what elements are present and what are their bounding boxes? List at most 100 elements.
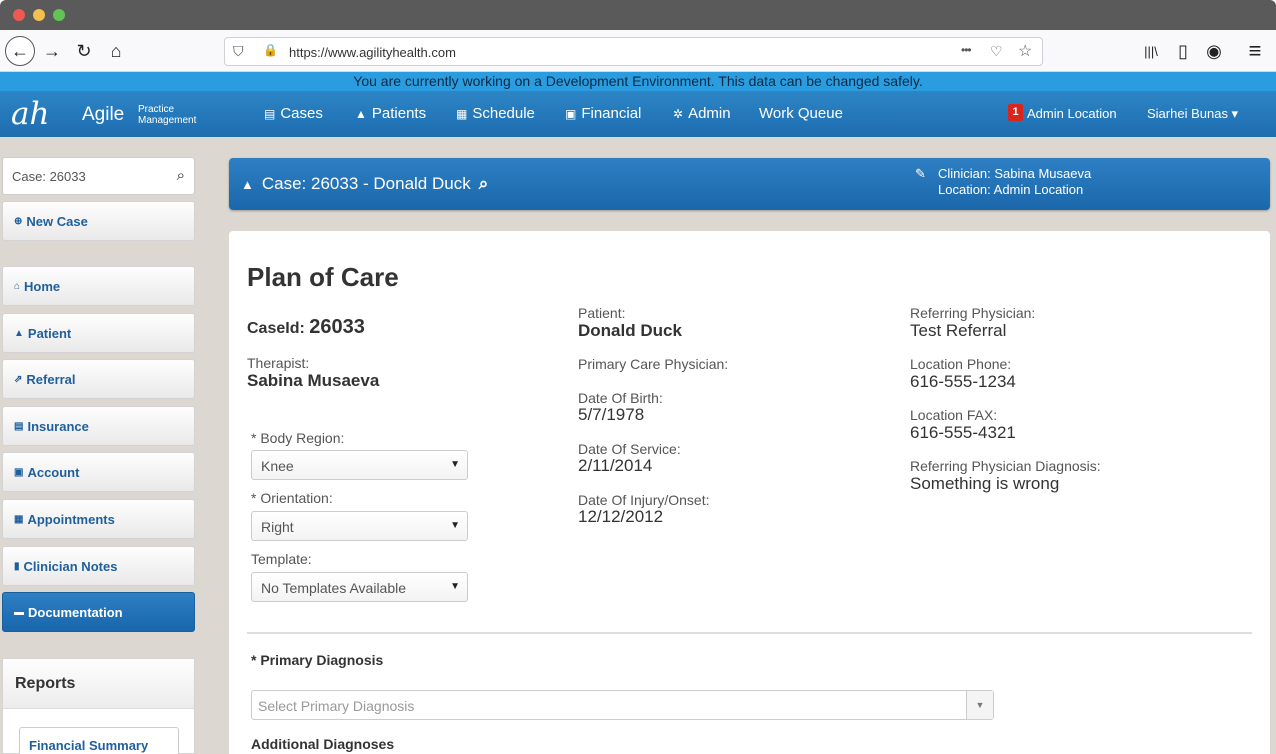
patient-label: Patient: (578, 305, 626, 321)
close-window-button[interactable] (13, 9, 25, 21)
page-title: Plan of Care (247, 262, 399, 292)
library-icon[interactable]: |||\ (1136, 36, 1166, 66)
browser-toolbar: ← → ↻ ⌂ ⛉ 🔒 https://www.agilityhealth.co… (0, 30, 1276, 72)
book-icon: ▮ (14, 560, 20, 572)
report-financial-summary[interactable]: Financial Summary (19, 727, 179, 754)
nav-patients-label: Patients (371, 105, 427, 122)
sidebar-item-label: Account (27, 464, 80, 480)
app-logo[interactable]: ah (11, 96, 49, 132)
nav-admin-label: Admin (688, 105, 731, 122)
template-select[interactable]: No Templates Available ▼ (251, 572, 468, 602)
case-clinician: Clinician: Sabina Musaeva (938, 166, 1092, 181)
sidebar-item-label: Insurance (27, 418, 89, 434)
case-search-value[interactable]: Case: 26033 (12, 169, 86, 184)
case-title-text: Case: 26033 - Donald Duck (261, 174, 471, 193)
dos-value: 2/11/2014 (578, 456, 653, 475)
sidebar-item-clinician-notes[interactable]: ▮ Clinician Notes (2, 546, 195, 586)
case-location: Location: Admin Location (938, 182, 1084, 197)
forward-icon[interactable]: → (37, 36, 67, 66)
more-icon[interactable]: ••• (961, 43, 972, 57)
search-icon[interactable]: ⌕ (479, 174, 489, 194)
notification-badge[interactable]: 1 (1008, 104, 1023, 121)
app-subtitle: Practice Management (138, 104, 196, 126)
sidebar-item-label: Referral (26, 371, 76, 387)
sidebar-toggle-icon[interactable]: ▯ (1168, 36, 1198, 66)
folder-open-icon: ▬ (14, 606, 24, 618)
case-header-bar: ▲ Case: 26033 - Donald Duck ⌕ ✎ Clinicia… (229, 158, 1270, 210)
referring-diagnosis-label: Referring Physician Diagnosis: (910, 458, 1101, 474)
shield-icon[interactable]: ⛉ (233, 43, 244, 60)
lock-icon[interactable]: 🔒 (263, 43, 278, 57)
reports-title[interactable]: Reports (3, 659, 194, 709)
nav-schedule[interactable]: ▦ Schedule (456, 105, 535, 122)
bookmark-star-icon[interactable]: ☆ (1018, 41, 1032, 61)
orientation-label: * Orientation: (251, 490, 333, 506)
user-menu[interactable]: Siarhei Bunas ▾ (1147, 106, 1238, 122)
minimize-window-button[interactable] (33, 9, 45, 21)
case-id-value: 26033 (309, 316, 365, 338)
address-bar[interactable]: ⛉ 🔒 https://www.agilityhealth.com ••• ♡ … (224, 37, 1043, 66)
therapist-value: Sabina Musaeva (247, 371, 380, 390)
sidebar-item-patient[interactable]: ▲ Patient (2, 313, 195, 353)
sidebar-item-home[interactable]: ⌂ Home (2, 266, 195, 306)
chevron-down-icon: ▼ (450, 520, 460, 531)
search-icon[interactable]: ⌕ (177, 167, 185, 184)
app-subtitle-line-2: Management (138, 115, 197, 126)
primary-diagnosis-select[interactable]: Select Primary Diagnosis ▼ (251, 690, 994, 720)
case-title: ▲ Case: 26033 - Donald Duck ⌕ (241, 174, 488, 194)
reports-panel: Reports Financial Summary (2, 658, 195, 754)
chevron-down-icon[interactable]: ▼ (966, 691, 993, 719)
chevron-down-icon: ▼ (450, 459, 460, 470)
sidebar-item-appointments[interactable]: ▦ Appointments (2, 499, 195, 539)
new-case-button[interactable]: ⊕ New Case (2, 201, 195, 241)
pocket-icon[interactable]: ♡ (990, 43, 1003, 60)
body-region-label: * Body Region: (251, 430, 345, 446)
location-fax-value: 616-555-4321 (910, 423, 1016, 442)
referring-physician-value: Test Referral (910, 321, 1007, 340)
sidebar-item-label: Documentation (28, 604, 123, 620)
reload-icon[interactable]: ↻ (69, 36, 99, 66)
primary-diagnosis-heading: * Primary Diagnosis (251, 652, 384, 668)
additional-diagnoses-heading: Additional Diagnoses (251, 736, 395, 752)
nav-admin[interactable]: ✲ Admin (673, 105, 731, 122)
nav-patients[interactable]: ▲ Patients (355, 105, 426, 122)
user-icon: ▲ (14, 327, 24, 339)
plan-of-care-card (229, 231, 1270, 754)
chart-icon: ▣ (14, 466, 24, 478)
sidebar-item-account[interactable]: ▣ Account (2, 452, 195, 492)
maximize-window-button[interactable] (53, 9, 65, 21)
back-icon[interactable]: ← (5, 36, 35, 66)
dob-label: Date Of Birth: (578, 390, 663, 406)
menu-icon[interactable]: ≡ (1240, 36, 1270, 66)
account-icon[interactable]: ◉ (1199, 36, 1229, 66)
doi-value: 12/12/2012 (578, 507, 664, 526)
nav-work-queue-label: Work Queue (759, 105, 843, 122)
nav-work-queue[interactable]: Work Queue (759, 105, 843, 122)
url-text[interactable]: https://www.agilityhealth.com (289, 45, 456, 60)
body-region-select[interactable]: Knee ▼ (251, 450, 468, 480)
new-case-label: New Case (26, 213, 88, 229)
sidebar-item-insurance[interactable]: ▤ Insurance (2, 406, 195, 446)
user-icon: ▲ (241, 176, 254, 192)
location-selector[interactable]: Admin Location (1027, 106, 1117, 121)
nav-financial[interactable]: ▣ Financial (565, 105, 641, 122)
primary-diagnosis-placeholder: Select Primary Diagnosis (258, 698, 415, 714)
case-search-input[interactable]: Case: 26033 ⌕ (2, 157, 195, 195)
doi-label: Date Of Injury/Onset: (578, 492, 710, 508)
sidebar-item-referral[interactable]: ⇗ Referral (2, 359, 195, 399)
share-icon: ⇗ (14, 373, 23, 385)
dos-label: Date Of Service: (578, 441, 681, 457)
edit-icon[interactable]: ✎ (915, 166, 926, 182)
therapist-label: Therapist: (247, 355, 310, 371)
section-divider (247, 632, 1252, 634)
referring-diagnosis-value: Something is wrong (910, 474, 1060, 493)
patient-value: Donald Duck (578, 321, 682, 340)
nav-cases[interactable]: ▤ Cases (264, 105, 323, 122)
orientation-select[interactable]: Right ▼ (251, 511, 468, 541)
template-value: No Templates Available (261, 580, 407, 596)
home-icon[interactable]: ⌂ (101, 36, 131, 66)
sidebar-item-documentation[interactable]: ▬ Documentation (2, 592, 195, 632)
nav-schedule-label: Schedule (472, 105, 535, 122)
case-clinician-info: ✎ Clinician: Sabina Musaeva Location: Ad… (915, 166, 1091, 198)
chart-icon: ▣ (565, 106, 577, 121)
